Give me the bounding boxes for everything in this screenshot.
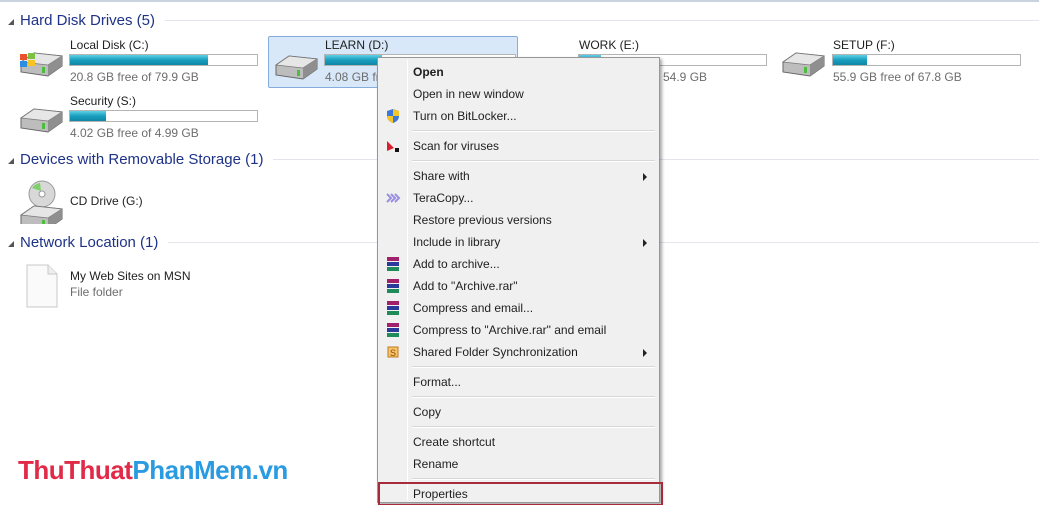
- shield-icon: [387, 109, 399, 123]
- menu-item-include-library[interactable]: Include in library: [380, 231, 657, 253]
- usage-bar: [832, 54, 1021, 66]
- drive-tile-s[interactable]: Security (S:) 4.02 GB free of 4.99 GB: [16, 92, 266, 144]
- network-location-item[interactable]: My Web Sites on MSN File folder: [16, 264, 266, 316]
- winrar-icon: [387, 257, 399, 271]
- menu-item-label: Shared Folder Synchronization: [413, 345, 578, 359]
- collapse-triangle-icon[interactable]: [8, 158, 14, 164]
- drive-tile-c[interactable]: Local Disk (C:) 20.8 GB free of 79.9 GB: [16, 36, 266, 88]
- group-title: Hard Disk Drives (5): [20, 12, 156, 29]
- menu-item-scan-viruses[interactable]: Scan for viruses: [380, 135, 657, 157]
- usage-bar-fill: [70, 55, 209, 65]
- menu-item-label: Share with: [413, 169, 470, 183]
- menu-item-add-archive[interactable]: Add to archive...: [380, 253, 657, 275]
- menu-item-label: Create shortcut: [413, 435, 496, 449]
- top-border: [0, 0, 1039, 2]
- usage-bar-fill: [325, 55, 382, 65]
- file-icon: [26, 264, 58, 308]
- group-title: Devices with Removable Storage (1): [20, 151, 264, 168]
- menu-item-label: Copy: [413, 405, 442, 419]
- menu-separator: [380, 423, 657, 431]
- menu-item-label: Include in library: [413, 235, 501, 249]
- menu-item-label: Turn on BitLocker...: [413, 109, 517, 123]
- menu-item-label: Scan for viruses: [413, 139, 500, 153]
- cd-drive-icon: [18, 180, 64, 224]
- menu-item-label: Restore previous versions: [413, 213, 552, 227]
- usage-bar-fill: [70, 111, 106, 121]
- menu-item-restore-versions[interactable]: Restore previous versions: [380, 209, 657, 231]
- menu-item-label: TeraCopy...: [413, 191, 474, 205]
- drive-name: WORK (E:): [579, 38, 639, 52]
- group-title: Network Location (1): [20, 234, 159, 251]
- divider: [165, 20, 1039, 21]
- drive-free-space: 20.8 GB free of 79.9 GB: [70, 70, 199, 84]
- menu-separator: [380, 127, 657, 135]
- menu-item-label: Rename: [413, 457, 459, 471]
- menu-item-label: Open: [413, 65, 444, 79]
- submenu-arrow-icon: [643, 349, 647, 357]
- menu-item-open[interactable]: Open: [380, 61, 657, 83]
- usage-bar-fill: [833, 55, 867, 65]
- drive-name: LEARN (D:): [325, 38, 389, 52]
- menu-item-share-with[interactable]: Share with: [380, 165, 657, 187]
- menu-item-teracopy[interactable]: TeraCopy...: [380, 187, 657, 209]
- kaspersky-icon: [387, 141, 399, 152]
- menu-item-label: Add to archive...: [413, 257, 500, 271]
- drive-free-space: 55.9 GB free of 67.8 GB: [833, 70, 962, 84]
- drive-free-space: 54.9 GB: [663, 70, 708, 84]
- drive-tile-f[interactable]: SETUP (F:) 55.9 GB free of 67.8 GB: [778, 36, 1028, 88]
- svg-text:S: S: [390, 348, 396, 358]
- usage-bar: [69, 110, 258, 122]
- winrar-icon: [387, 301, 399, 315]
- menu-separator: [380, 157, 657, 165]
- menu-item-rename[interactable]: Rename: [380, 453, 657, 475]
- winrar-icon: [387, 279, 399, 293]
- hard-drive-icon: [780, 48, 826, 78]
- item-type: File folder: [70, 285, 123, 299]
- collapse-triangle-icon[interactable]: [8, 19, 14, 25]
- menu-item-compress-email[interactable]: Compress and email...: [380, 297, 657, 319]
- winrar-icon: [387, 323, 399, 337]
- menu-item-format[interactable]: Format...: [380, 371, 657, 393]
- menu-item-add-rar[interactable]: Add to "Archive.rar": [380, 275, 657, 297]
- menu-separator: [380, 363, 657, 371]
- collapse-triangle-icon[interactable]: [8, 241, 14, 247]
- watermark-logo: ThuThuatPhanMem.vn: [18, 455, 288, 485]
- menu-item-label: Open in new window: [413, 87, 524, 101]
- menu-item-label: Properties: [413, 487, 468, 501]
- teracopy-icon: [386, 193, 401, 203]
- sync-icon: S: [387, 346, 399, 358]
- group-header-hard-disk-drives[interactable]: Hard Disk Drives (5): [8, 12, 1039, 29]
- drive-name: CD Drive (G:): [70, 194, 143, 208]
- menu-item-compress-rar-email[interactable]: Compress to "Archive.rar" and email: [380, 319, 657, 341]
- menu-item-label: Add to "Archive.rar": [413, 279, 518, 293]
- usage-bar: [69, 54, 258, 66]
- menu-item-copy[interactable]: Copy: [380, 401, 657, 423]
- menu-separator: [380, 475, 657, 483]
- cd-drive-tile[interactable]: CD Drive (G:): [16, 178, 266, 230]
- item-name: My Web Sites on MSN: [70, 269, 191, 283]
- menu-item-properties[interactable]: Properties: [378, 482, 663, 505]
- drive-name: Security (S:): [70, 94, 137, 108]
- menu-item-label: Compress to "Archive.rar" and email: [413, 323, 607, 337]
- hard-drive-icon: [273, 51, 319, 81]
- drive-name: SETUP (F:): [833, 38, 895, 52]
- menu-item-label: Compress and email...: [413, 301, 534, 315]
- menu-item-open-new-window[interactable]: Open in new window: [380, 83, 657, 105]
- submenu-arrow-icon: [643, 173, 647, 181]
- menu-item-label: Format...: [413, 375, 462, 389]
- context-menu: Open Open in new window Turn on BitLocke…: [377, 57, 663, 505]
- drive-name: Local Disk (C:): [70, 38, 149, 52]
- menu-separator: [380, 393, 657, 401]
- drive-free-space: 4.02 GB free of 4.99 GB: [70, 126, 199, 140]
- menu-item-shared-folder-sync[interactable]: S Shared Folder Synchronization: [380, 341, 657, 363]
- submenu-arrow-icon: [643, 239, 647, 247]
- drive-free-space: 4.08 GB fr: [325, 70, 380, 84]
- menu-item-create-shortcut[interactable]: Create shortcut: [380, 431, 657, 453]
- windows-drive-icon: [20, 48, 64, 78]
- hard-drive-icon: [18, 104, 64, 134]
- menu-item-bitlocker[interactable]: Turn on BitLocker...: [380, 105, 657, 127]
